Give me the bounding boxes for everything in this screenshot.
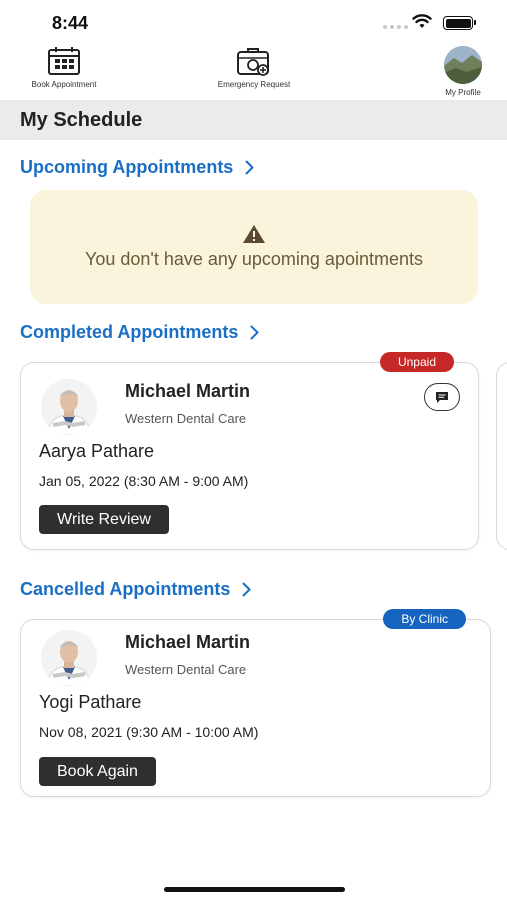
upcoming-empty-state: You don't have any upcoming apointments [30, 190, 478, 304]
completed-appointments-link[interactable]: Completed Appointments [20, 322, 259, 343]
wifi-icon [412, 14, 432, 28]
my-profile-label: My Profile [445, 88, 481, 97]
page-title: My Schedule [20, 109, 143, 131]
clinic-name: Western Dental Care [125, 662, 247, 677]
appointment-time: Jan 05, 2022 (8:30 AM - 9:00 AM) [39, 473, 249, 489]
battery-icon [443, 16, 476, 30]
status-time: 8:44 [52, 13, 89, 33]
cancelled-appointments-title: Cancelled Appointments [20, 579, 231, 599]
home-indicator [164, 887, 345, 892]
patient-name: Aarya Pathare [39, 441, 155, 461]
book-appointment-button[interactable]: Book Appointment [22, 46, 106, 89]
completed-appointment-card[interactable]: Unpaid Michael Martin Western Dental Car… [20, 352, 479, 550]
chat-icon [436, 391, 448, 403]
next-card-peek[interactable] [496, 362, 507, 550]
status-bar: 8:44 [0, 0, 507, 44]
patient-name: Yogi Pathare [39, 692, 142, 712]
upcoming-appointments-title: Upcoming Appointments [20, 157, 234, 177]
by-clinic-badge: By Clinic [383, 609, 466, 629]
chevron-right-icon [250, 325, 259, 340]
top-nav: Book Appointment Emergency Request My Pr… [0, 44, 507, 100]
doctor-name: Michael Martin [125, 381, 251, 401]
chevron-right-icon [245, 160, 254, 175]
doctor-avatar [41, 379, 97, 435]
cancelled-appointments-link[interactable]: Cancelled Appointments [20, 579, 251, 600]
empty-message: You don't have any upcoming apointments [84, 249, 423, 269]
calendar-icon [48, 47, 80, 75]
warning-icon [243, 225, 265, 243]
medical-kit-icon [237, 48, 269, 76]
book-appointment-label: Book Appointment [31, 80, 97, 89]
clinic-name: Western Dental Care [125, 411, 247, 426]
page-header: My Schedule [0, 100, 507, 140]
chat-button[interactable] [424, 383, 460, 411]
cancelled-appointment-card[interactable]: By Clinic Michael Martin Western Dental … [20, 609, 491, 797]
appointment-time: Nov 08, 2021 (9:30 AM - 10:00 AM) [39, 724, 259, 740]
emergency-request-button[interactable]: Emergency Request [208, 46, 300, 89]
emergency-request-label: Emergency Request [217, 80, 291, 89]
book-again-button[interactable]: Book Again [39, 757, 156, 786]
chevron-right-icon [242, 582, 251, 597]
signal-dots-icon [383, 25, 408, 29]
unpaid-badge: Unpaid [379, 352, 454, 372]
upcoming-appointments-link[interactable]: Upcoming Appointments [20, 157, 254, 178]
doctor-avatar [41, 630, 97, 686]
doctor-name: Michael Martin [125, 632, 251, 652]
my-profile-button[interactable]: My Profile [436, 46, 490, 97]
completed-appointments-title: Completed Appointments [20, 322, 239, 342]
write-review-button[interactable]: Write Review [39, 505, 169, 534]
profile-avatar [444, 46, 482, 84]
